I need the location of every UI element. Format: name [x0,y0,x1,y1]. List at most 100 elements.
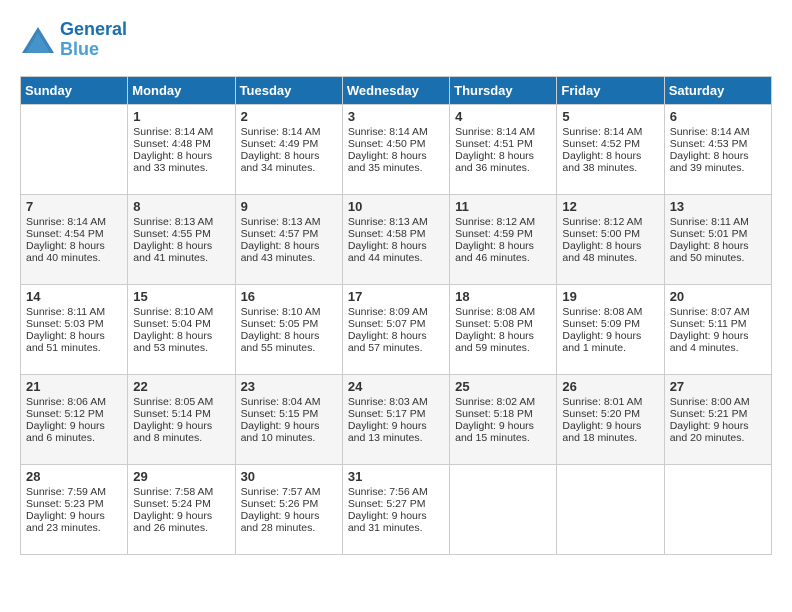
sunset-text: Sunset: 5:03 PM [26,318,104,330]
week-row-4: 21Sunrise: 8:06 AMSunset: 5:12 PMDayligh… [21,374,772,464]
sunset-text: Sunset: 5:04 PM [133,318,211,330]
sunset-text: Sunset: 4:55 PM [133,228,211,240]
sunrise-text: Sunrise: 7:58 AM [133,486,213,498]
sunset-text: Sunset: 5:15 PM [241,408,319,420]
sunset-text: Sunset: 4:57 PM [241,228,319,240]
calendar-cell: 12Sunrise: 8:12 AMSunset: 5:00 PMDayligh… [557,194,664,284]
sunrise-text: Sunrise: 8:13 AM [133,216,213,228]
calendar-cell: 10Sunrise: 8:13 AMSunset: 4:58 PMDayligh… [342,194,449,284]
calendar-cell: 8Sunrise: 8:13 AMSunset: 4:55 PMDaylight… [128,194,235,284]
sunset-text: Sunset: 5:26 PM [241,498,319,510]
sunset-text: Sunset: 4:48 PM [133,138,211,150]
sunrise-text: Sunrise: 8:12 AM [455,216,535,228]
sunset-text: Sunset: 5:12 PM [26,408,104,420]
day-number: 10 [348,199,444,214]
sunset-text: Sunset: 5:11 PM [670,318,747,330]
sunrise-text: Sunrise: 8:13 AM [348,216,428,228]
logo-text: General Blue [60,20,127,60]
sunrise-text: Sunrise: 8:12 AM [562,216,642,228]
sunrise-text: Sunrise: 8:11 AM [670,216,749,228]
calendar-cell: 30Sunrise: 7:57 AMSunset: 5:26 PMDayligh… [235,464,342,554]
day-number: 25 [455,379,551,394]
sunrise-text: Sunrise: 7:57 AM [241,486,321,498]
calendar-cell: 26Sunrise: 8:01 AMSunset: 5:20 PMDayligh… [557,374,664,464]
sunset-text: Sunset: 5:07 PM [348,318,426,330]
day-number: 28 [26,469,122,484]
logo: General Blue [20,20,127,60]
day-number: 22 [133,379,229,394]
day-number: 14 [26,289,122,304]
day-number: 1 [133,109,229,124]
sunrise-text: Sunrise: 8:14 AM [26,216,106,228]
calendar-cell [664,464,771,554]
sunrise-text: Sunrise: 8:14 AM [562,126,642,138]
sunrise-text: Sunrise: 8:14 AM [348,126,428,138]
sunrise-text: Sunrise: 7:59 AM [26,486,106,498]
calendar-cell: 7Sunrise: 8:14 AMSunset: 4:54 PMDaylight… [21,194,128,284]
sunset-text: Sunset: 4:50 PM [348,138,426,150]
calendar-cell: 28Sunrise: 7:59 AMSunset: 5:23 PMDayligh… [21,464,128,554]
sunset-text: Sunset: 4:49 PM [241,138,319,150]
sunrise-text: Sunrise: 8:06 AM [26,396,106,408]
day-number: 29 [133,469,229,484]
sunset-text: Sunset: 5:05 PM [241,318,319,330]
day-number: 12 [562,199,658,214]
sunrise-text: Sunrise: 8:14 AM [241,126,321,138]
calendar-cell: 5Sunrise: 8:14 AMSunset: 4:52 PMDaylight… [557,104,664,194]
page-header: General Blue [20,20,772,60]
header-day-saturday: Saturday [664,76,771,104]
sunrise-text: Sunrise: 8:05 AM [133,396,213,408]
calendar-cell: 3Sunrise: 8:14 AMSunset: 4:50 PMDaylight… [342,104,449,194]
sunset-text: Sunset: 4:54 PM [26,228,104,240]
day-number: 2 [241,109,337,124]
sunrise-text: Sunrise: 8:13 AM [241,216,321,228]
sunset-text: Sunset: 5:23 PM [26,498,104,510]
week-row-2: 7Sunrise: 8:14 AMSunset: 4:54 PMDaylight… [21,194,772,284]
day-number: 5 [562,109,658,124]
day-number: 7 [26,199,122,214]
sunrise-text: Sunrise: 8:09 AM [348,306,428,318]
day-number: 8 [133,199,229,214]
calendar-cell [557,464,664,554]
day-number: 6 [670,109,766,124]
day-number: 3 [348,109,444,124]
day-number: 20 [670,289,766,304]
week-row-1: 1Sunrise: 8:14 AMSunset: 4:48 PMDaylight… [21,104,772,194]
day-number: 23 [241,379,337,394]
sunrise-text: Sunrise: 8:07 AM [670,306,750,318]
header-day-friday: Friday [557,76,664,104]
sunrise-text: Sunrise: 7:56 AM [348,486,428,498]
calendar-cell: 19Sunrise: 8:08 AMSunset: 5:09 PMDayligh… [557,284,664,374]
calendar-cell: 31Sunrise: 7:56 AMSunset: 5:27 PMDayligh… [342,464,449,554]
day-number: 9 [241,199,337,214]
day-number: 24 [348,379,444,394]
sunset-text: Sunset: 5:18 PM [455,408,533,420]
sunrise-text: Sunrise: 8:04 AM [241,396,321,408]
sunrise-text: Sunrise: 8:01 AM [562,396,642,408]
day-number: 26 [562,379,658,394]
sunrise-text: Sunrise: 8:02 AM [455,396,535,408]
sunset-text: Sunset: 5:21 PM [670,408,748,420]
sunset-text: Sunset: 4:52 PM [562,138,640,150]
calendar-cell: 23Sunrise: 8:04 AMSunset: 5:15 PMDayligh… [235,374,342,464]
sunset-text: Sunset: 5:01 PM [670,228,748,240]
sunset-text: Sunset: 5:08 PM [455,318,533,330]
header-day-thursday: Thursday [450,76,557,104]
calendar-cell: 9Sunrise: 8:13 AMSunset: 4:57 PMDaylight… [235,194,342,284]
sunset-text: Sunset: 4:51 PM [455,138,533,150]
sunrise-text: Sunrise: 8:08 AM [455,306,535,318]
calendar-table: SundayMondayTuesdayWednesdayThursdayFrid… [20,76,772,555]
calendar-cell: 1Sunrise: 8:14 AMSunset: 4:48 PMDaylight… [128,104,235,194]
day-number: 17 [348,289,444,304]
sunset-text: Sunset: 5:24 PM [133,498,211,510]
sunrise-text: Sunrise: 8:03 AM [348,396,428,408]
day-number: 4 [455,109,551,124]
calendar-body: 1Sunrise: 8:14 AMSunset: 4:48 PMDaylight… [21,104,772,554]
calendar-cell: 11Sunrise: 8:12 AMSunset: 4:59 PMDayligh… [450,194,557,284]
logo-icon [20,25,56,55]
sunset-text: Sunset: 5:20 PM [562,408,640,420]
day-number: 13 [670,199,766,214]
header-day-tuesday: Tuesday [235,76,342,104]
sunset-text: Sunset: 5:14 PM [133,408,211,420]
sunrise-text: Sunrise: 8:11 AM [26,306,105,318]
